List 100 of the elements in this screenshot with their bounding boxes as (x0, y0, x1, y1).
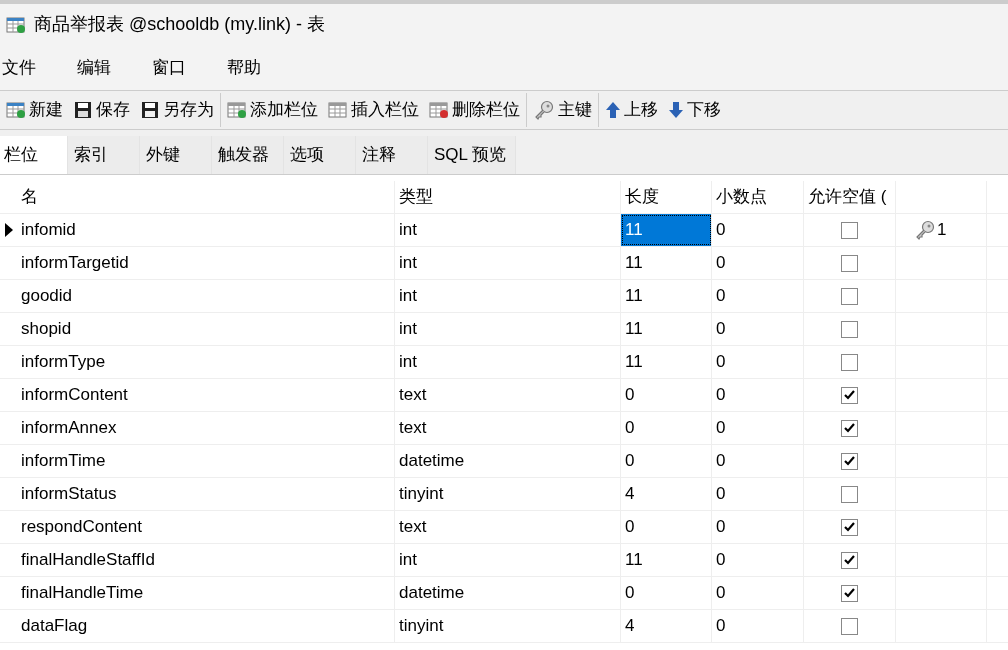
table-new-icon (6, 15, 26, 34)
checkbox[interactable] (841, 221, 858, 239)
table-cell: 0 (621, 511, 712, 543)
table-icon (328, 101, 348, 119)
checkbox[interactable] (841, 353, 858, 371)
table-cell: 0 (621, 577, 712, 609)
checkbox[interactable] (841, 485, 858, 503)
checkbox[interactable] (841, 452, 858, 470)
table-cell: informTime (17, 445, 395, 477)
table-cell: 11 (621, 247, 712, 279)
table-cell: finalHandleStaffId (17, 544, 395, 576)
table-cell: 0 (621, 445, 712, 477)
table-cell: 0 (712, 610, 804, 642)
column-header[interactable]: 允许空值 ( (804, 181, 896, 213)
table-cell: tinyint (395, 478, 621, 510)
key-icon (914, 220, 936, 240)
row-pointer-icon (4, 223, 13, 237)
table-cell: 11 (621, 280, 712, 312)
tab[interactable]: 触发器 (212, 136, 284, 174)
table-cell: 0 (712, 511, 804, 543)
tab[interactable]: 栏位 (0, 136, 68, 174)
tab[interactable]: 选项 (284, 136, 356, 174)
table-cell: 0 (712, 379, 804, 411)
table-new-icon (6, 101, 26, 119)
table-cell: 11 (621, 214, 712, 246)
toolbar-button[interactable]: 上移 (603, 93, 660, 127)
table-cell: text (395, 379, 621, 411)
table-cell: respondContent (17, 511, 395, 543)
menu-item[interactable]: 帮助 (225, 54, 263, 81)
key-icon (533, 100, 555, 120)
column-header[interactable]: 长度 (621, 181, 712, 213)
toolbar-button[interactable]: 插入栏位 (326, 93, 421, 127)
table-cell: goodid (17, 280, 395, 312)
checkbox[interactable] (841, 518, 858, 536)
table-cell: shopid (17, 313, 395, 345)
toolbar-button[interactable]: 新建 (4, 93, 65, 127)
table-cell: text (395, 412, 621, 444)
toolbar-button[interactable]: 添加栏位 (225, 93, 320, 127)
table-cell: infomid (17, 214, 395, 246)
table-delete-icon (429, 101, 449, 119)
table-cell: datetime (395, 577, 621, 609)
table-cell: 0 (621, 379, 712, 411)
table-cell: dataFlag (17, 610, 395, 642)
table-cell: finalHandleTime (17, 577, 395, 609)
table-cell: 0 (712, 214, 804, 246)
table-cell: 4 (621, 610, 712, 642)
tab[interactable]: 注释 (356, 136, 428, 174)
toolbar-button[interactable]: 主键 (531, 93, 594, 127)
table-cell: datetime (395, 445, 621, 477)
table-add-icon (227, 101, 247, 119)
table-cell: 0 (621, 412, 712, 444)
table-cell: int (395, 544, 621, 576)
column-header[interactable]: 小数点 (712, 181, 804, 213)
table-cell: 11 (621, 313, 712, 345)
toolbar-button[interactable]: 删除栏位 (427, 93, 522, 127)
column-header[interactable]: 名 (17, 181, 395, 213)
column-header[interactable]: 类型 (395, 181, 621, 213)
menu-item[interactable]: 文件 (0, 54, 38, 81)
table-cell: 0 (712, 346, 804, 378)
menu-item[interactable]: 窗口 (150, 54, 188, 81)
menu-item[interactable]: 编辑 (75, 54, 113, 81)
table-cell: informContent (17, 379, 395, 411)
table-cell: int (395, 280, 621, 312)
table-cell: informAnnex (17, 412, 395, 444)
checkbox[interactable] (841, 320, 858, 338)
table-cell: 11 (621, 544, 712, 576)
table-cell: informStatus (17, 478, 395, 510)
window-title: 商品举报表 @schooldb (my.link) - 表 (34, 13, 325, 36)
key-order: 1 (937, 219, 947, 242)
checkbox[interactable] (841, 551, 858, 569)
table-cell: int (395, 247, 621, 279)
toolbar-button[interactable]: 另存为 (138, 93, 216, 127)
table-cell: informType (17, 346, 395, 378)
table-cell: 11 (621, 346, 712, 378)
table-cell: informTargetid (17, 247, 395, 279)
table-cell: int (395, 313, 621, 345)
table-cell: 0 (712, 544, 804, 576)
checkbox[interactable] (841, 254, 858, 272)
table-cell: text (395, 511, 621, 543)
table-cell: 0 (712, 445, 804, 477)
checkbox[interactable] (841, 584, 858, 602)
toolbar-button[interactable]: 下移 (666, 93, 723, 127)
arrow-up-icon (605, 101, 621, 119)
checkbox[interactable] (841, 287, 858, 305)
table-cell: 0 (712, 280, 804, 312)
table-cell: 0 (712, 412, 804, 444)
table-cell: 4 (621, 478, 712, 510)
tab[interactable]: SQL 预览 (428, 136, 516, 174)
checkbox[interactable] (841, 386, 858, 404)
table-cell: 0 (712, 247, 804, 279)
table-cell: tinyint (395, 610, 621, 642)
table-cell: 0 (712, 478, 804, 510)
table-cell: int (395, 346, 621, 378)
tab[interactable]: 外键 (140, 136, 212, 174)
tab[interactable]: 索引 (68, 136, 140, 174)
toolbar-button[interactable]: 保存 (71, 93, 132, 127)
table-cell: 0 (712, 577, 804, 609)
checkbox[interactable] (841, 617, 858, 635)
checkbox[interactable] (841, 419, 858, 437)
table-cell: 0 (712, 313, 804, 345)
